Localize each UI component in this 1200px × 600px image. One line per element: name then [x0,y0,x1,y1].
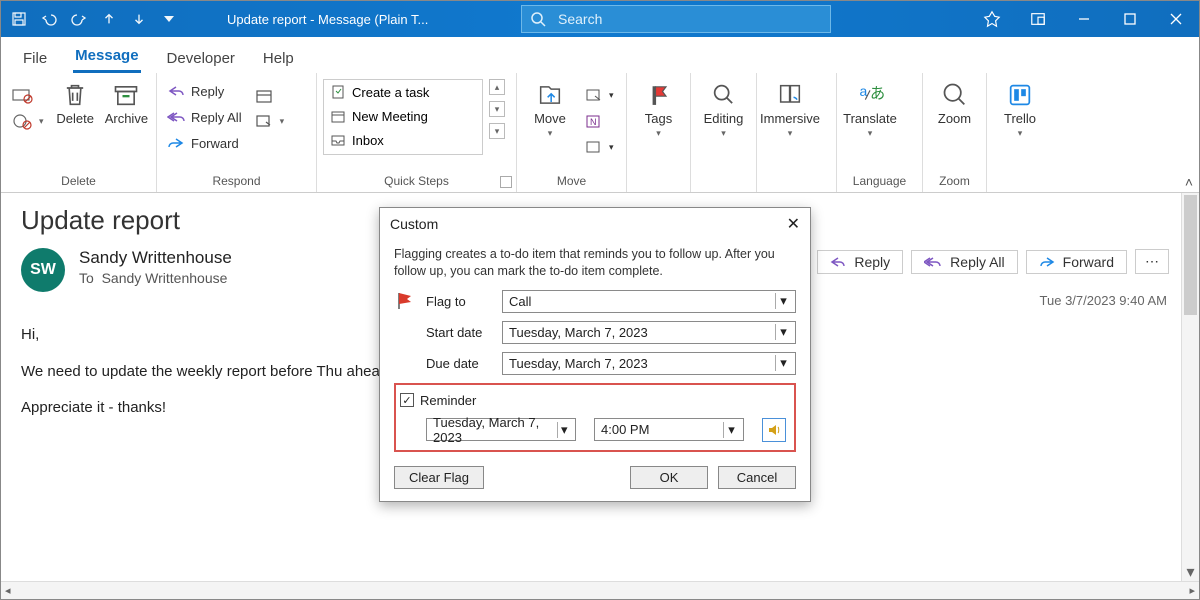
junk-button[interactable]: ▾ [7,109,48,133]
maximize-button[interactable] [1107,1,1153,37]
due-date-dropdown[interactable]: Tuesday, March 7, 2023▾ [502,352,796,375]
ribbon-display-icon[interactable] [1015,1,1061,37]
title-bar: Update report - Message (Plain T... Sear… [1,1,1199,37]
collapse-ribbon-icon[interactable]: ˄ [1185,174,1193,190]
cancel-button[interactable]: Cancel [718,466,796,489]
save-icon[interactable] [11,11,27,27]
meeting-button[interactable] [250,83,289,107]
search-placeholder: Search [558,11,602,27]
svg-text:あ: あ [870,86,884,103]
forward-action[interactable]: Forward [1026,250,1127,274]
flag-to-label: Flag to [426,294,502,309]
group-label-move: Move [523,174,620,192]
premium-icon[interactable] [969,1,1015,37]
reply-all-action[interactable]: Reply All [911,250,1017,274]
dialog-close-button[interactable]: ✕ [787,214,800,234]
qat-customize-icon[interactable] [161,11,177,27]
group-label-language: Language [843,174,916,192]
ignore-button[interactable] [7,83,48,107]
move-button[interactable]: Move▾ [523,79,577,139]
archive-button[interactable]: Archive [103,79,150,126]
redo-icon[interactable] [71,11,87,27]
sound-icon[interactable] [762,418,786,442]
window-title: Update report - Message (Plain T... [227,12,428,27]
qs-inbox[interactable]: Inbox [324,128,482,152]
tab-developer[interactable]: Developer [165,44,237,73]
svg-text:N: N [590,117,597,127]
qs-new-meeting[interactable]: New Meeting [324,104,482,128]
custom-flag-dialog: Custom ✕ Flagging creates a to-do item t… [379,207,811,502]
dialog-title: Custom [390,216,438,232]
zoom-button[interactable]: Zoom [929,79,980,126]
onenote-button[interactable]: N [581,109,618,133]
more-respond-button[interactable]: ▾ [250,109,289,133]
due-date-label: Due date [426,356,502,371]
more-actions-button[interactable]: ⋯ [1135,249,1169,274]
immersive-button[interactable]: Immersive▾ [763,79,817,139]
reply-button[interactable]: Reply [163,79,246,103]
reply-action[interactable]: Reply [817,250,903,274]
translate-button[interactable]: aあTranslate▾ [843,79,897,139]
group-label-respond: Respond [163,174,310,192]
dialog-description: Flagging creates a to-do item that remin… [394,246,796,280]
delete-button[interactable]: Delete [52,79,99,126]
vertical-scrollbar[interactable]: ▾ [1181,193,1199,581]
group-label-zoom: Zoom [929,174,980,192]
close-button[interactable] [1153,1,1199,37]
reply-all-button[interactable]: Reply All [163,105,246,129]
qs-create-task[interactable]: Create a task [324,80,482,104]
reminder-date-dropdown[interactable]: Tuesday, March 7, 2023▾ [426,418,576,441]
tab-file[interactable]: File [21,44,49,73]
start-date-dropdown[interactable]: Tuesday, March 7, 2023▾ [502,321,796,344]
to-line: To Sandy Writtenhouse [79,270,232,286]
flag-to-dropdown[interactable]: Call▾ [502,290,796,313]
group-label-quicksteps: Quick Steps [323,174,510,192]
down-arrow-icon[interactable] [131,11,147,27]
undo-icon[interactable] [41,11,57,27]
tags-button[interactable]: Tags▾ [633,79,684,139]
ok-button[interactable]: OK [630,466,708,489]
group-label-delete: Delete [7,174,150,192]
rules-button[interactable]: ▾ [581,83,618,107]
tab-message[interactable]: Message [73,41,140,73]
actions-button[interactable]: ▾ [581,135,618,159]
reminder-time-dropdown[interactable]: 4:00 PM▾ [594,418,744,441]
dialog-launcher-icon[interactable] [500,176,512,188]
trello-button[interactable]: Trello▾ [993,79,1047,139]
ribbon: ▾ Delete Archive Delete Reply Reply All [1,73,1199,193]
mail-date: Tue 3/7/2023 9:40 AM [1040,293,1167,308]
reminder-checkbox[interactable]: ✓ [400,393,414,407]
flag-icon [394,290,426,312]
from-name: Sandy Writtenhouse [79,248,232,268]
qs-more-icon[interactable]: ▾ [489,123,505,139]
menu-bar: File Message Developer Help [1,37,1199,73]
reminder-section: ✓ Reminder Tuesday, March 7, 2023▾ 4:00 … [394,383,796,452]
qs-down-icon[interactable]: ▾ [489,101,505,117]
reminder-label: Reminder [420,393,476,408]
qs-up-icon[interactable]: ▴ [489,79,505,95]
tab-help[interactable]: Help [261,44,296,73]
start-date-label: Start date [426,325,502,340]
horizontal-scrollbar[interactable]: ◂▸ [1,581,1199,599]
clear-flag-button[interactable]: Clear Flag [394,466,484,489]
search-box[interactable]: Search [521,5,831,33]
editing-button[interactable]: Editing▾ [697,79,750,139]
search-icon [530,11,546,27]
quick-steps-gallery[interactable]: Create a task New Meeting Inbox [323,79,483,155]
up-arrow-icon[interactable] [101,11,117,27]
forward-button[interactable]: Forward [163,131,246,155]
minimize-button[interactable] [1061,1,1107,37]
avatar: SW [21,248,65,292]
